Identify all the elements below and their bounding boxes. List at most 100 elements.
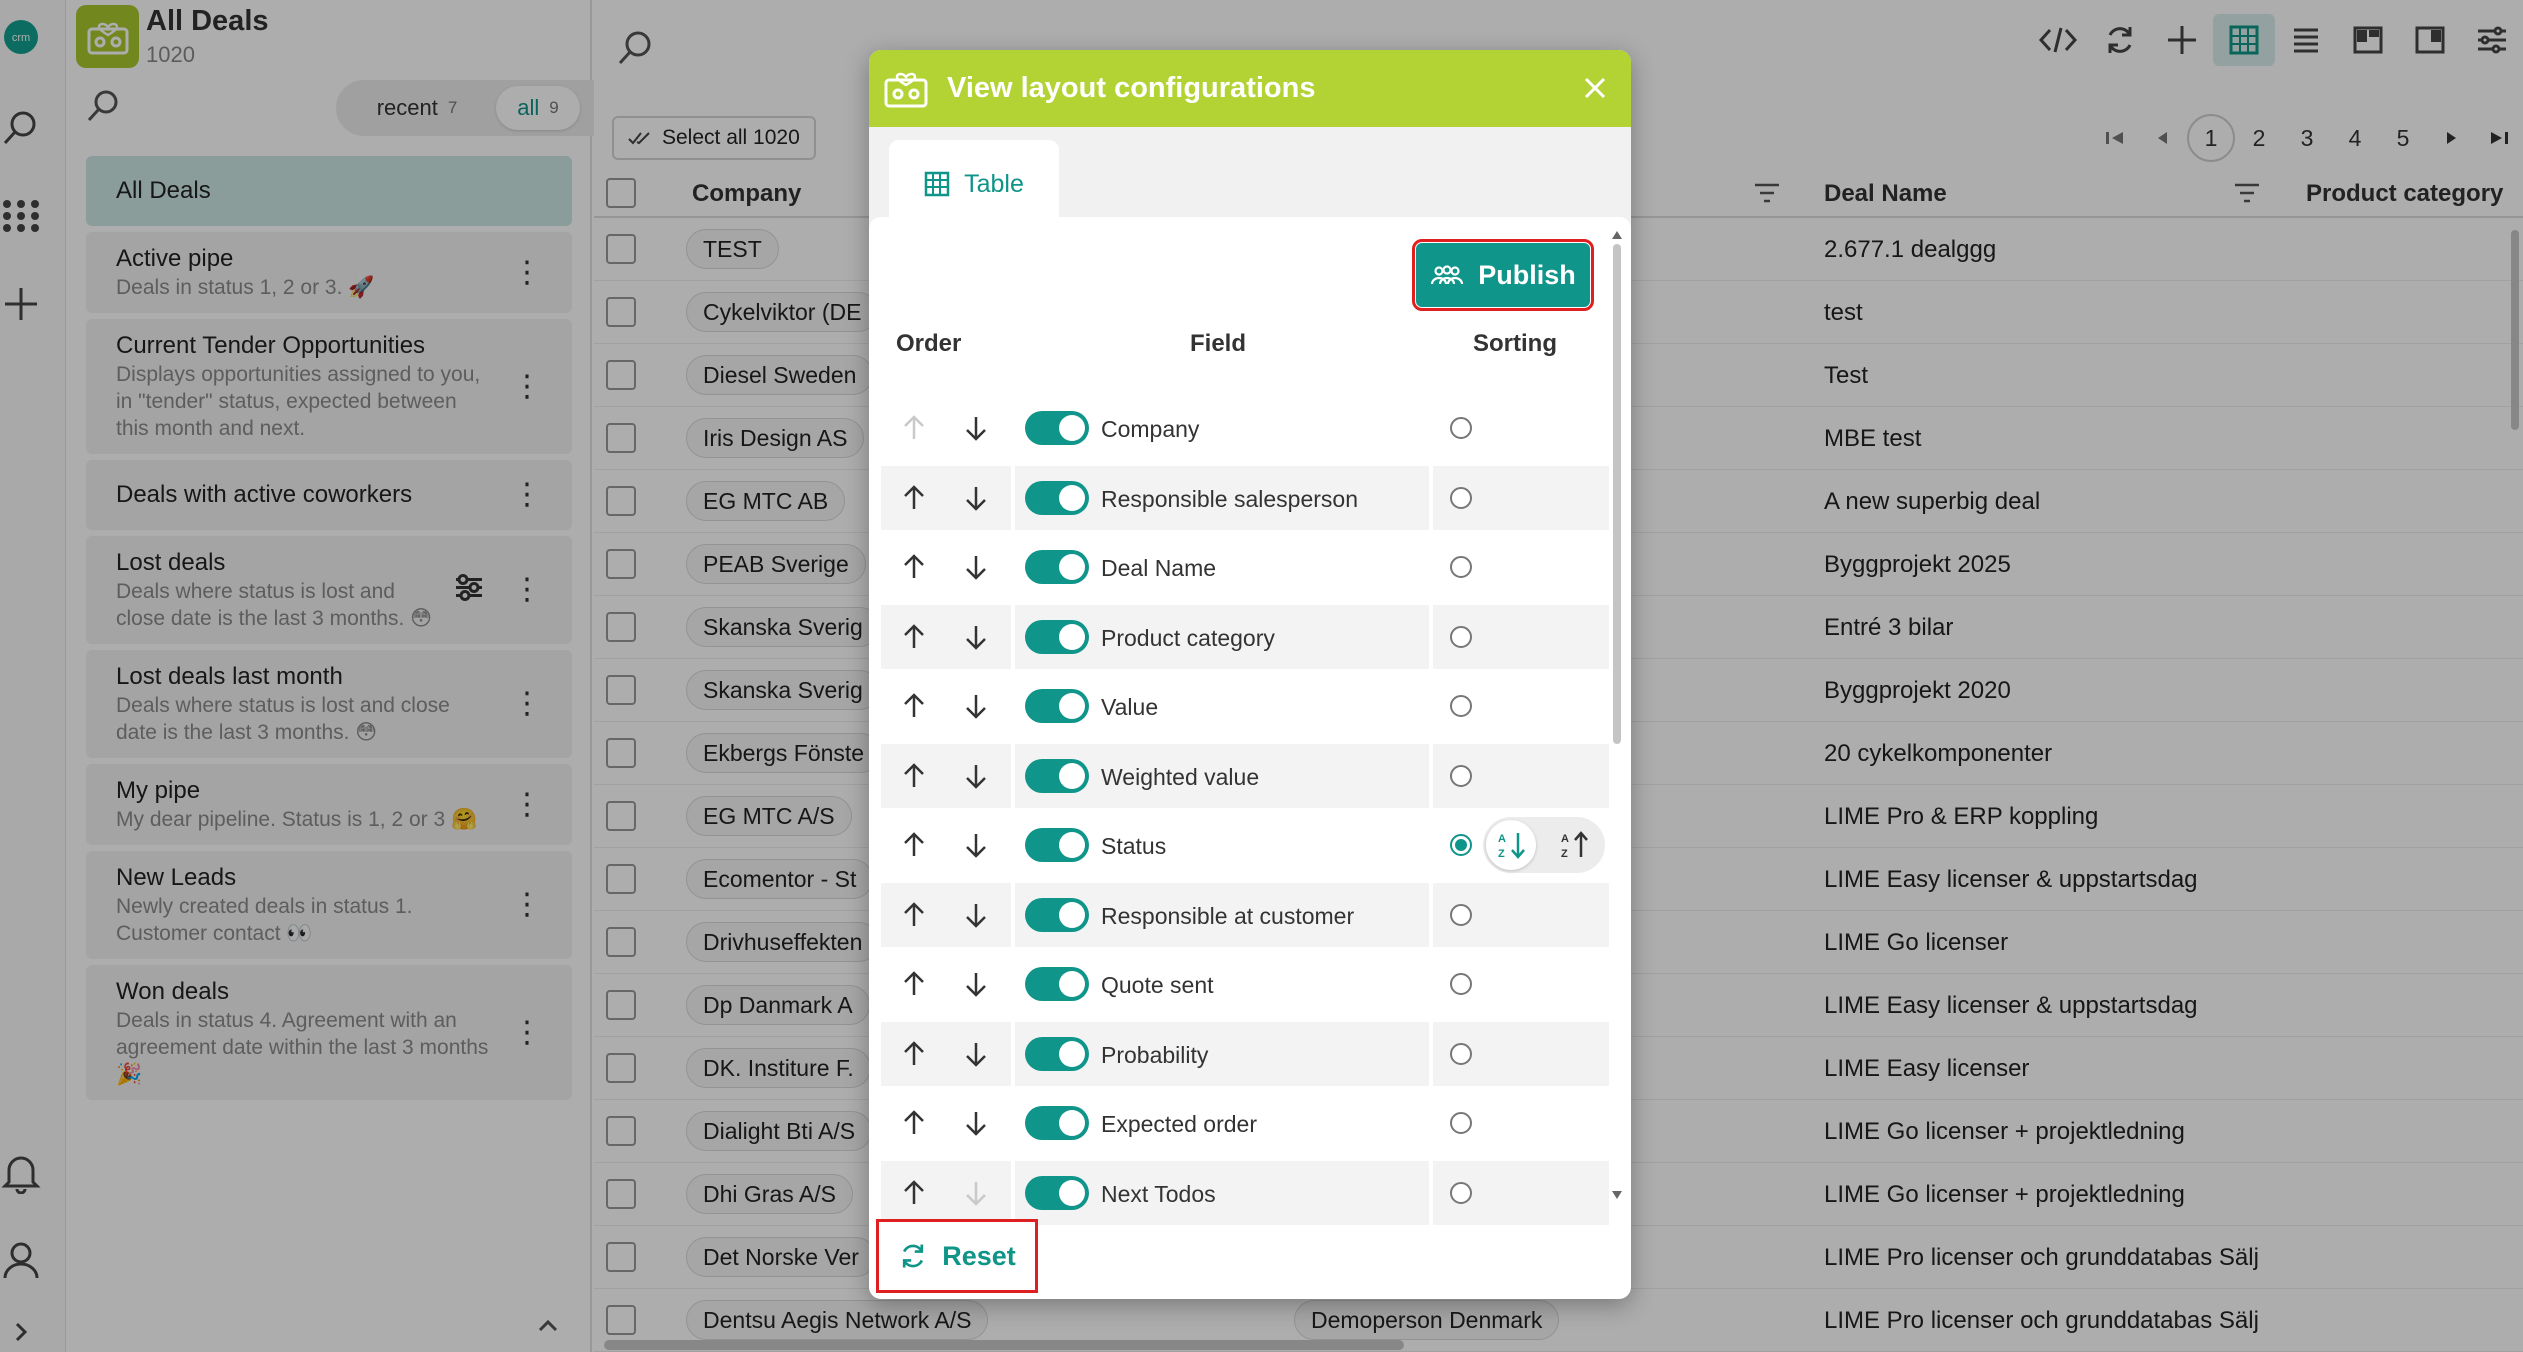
order-cell — [881, 743, 1011, 808]
move-down-icon[interactable] — [963, 1110, 989, 1141]
dialog-scrollbar[interactable] — [1609, 230, 1625, 1200]
field-row: Product category — [881, 604, 1609, 669]
sorting-column-header: Sorting — [1473, 330, 1557, 357]
move-up-icon[interactable] — [901, 1040, 927, 1072]
reset-button[interactable]: Reset — [876, 1219, 1038, 1293]
field-visibility-toggle[interactable] — [1025, 689, 1089, 723]
field-row: Responsible salesperson — [881, 465, 1609, 530]
move-down-icon[interactable] — [963, 902, 989, 933]
move-down-icon[interactable] — [963, 832, 989, 863]
sort-radio[interactable] — [1450, 973, 1472, 995]
table-icon — [924, 171, 950, 197]
field-row: Quote sent — [881, 952, 1609, 1016]
field-cell: Weighted value — [1015, 743, 1429, 808]
move-up-icon[interactable] — [901, 971, 927, 1002]
field-name: Weighted value — [1101, 763, 1260, 790]
field-visibility-toggle[interactable] — [1025, 1175, 1089, 1210]
move-down-icon[interactable] — [963, 415, 989, 446]
field-cell: Probability — [1015, 1021, 1429, 1086]
publish-button[interactable]: Publish — [1412, 239, 1594, 311]
sort-radio[interactable] — [1450, 1112, 1472, 1134]
move-down-icon[interactable] — [963, 971, 989, 1002]
field-row: Status A Z A Z — [881, 813, 1609, 877]
field-name: Responsible at customer — [1101, 902, 1355, 929]
field-name: Expected order — [1101, 1111, 1257, 1137]
sort-radio[interactable] — [1450, 1181, 1472, 1204]
sort-cell — [1433, 674, 1609, 738]
field-visibility-toggle[interactable] — [1025, 1036, 1089, 1071]
move-up-icon[interactable] — [901, 693, 927, 724]
field-row: Probability — [881, 1021, 1609, 1086]
move-up-icon[interactable] — [901, 1179, 927, 1211]
field-row: Company — [881, 396, 1609, 460]
sort-radio[interactable] — [1450, 695, 1472, 717]
move-down-icon[interactable] — [963, 554, 989, 585]
move-up-icon[interactable] — [901, 484, 927, 516]
scroll-up-icon[interactable] — [1611, 230, 1623, 240]
close-icon[interactable] — [1581, 74, 1609, 107]
order-cell — [881, 882, 1011, 947]
field-visibility-toggle[interactable] — [1025, 550, 1089, 584]
tab-table[interactable]: Table — [889, 140, 1059, 228]
field-row: Weighted value — [881, 743, 1609, 808]
move-up-icon[interactable] — [901, 762, 927, 794]
scroll-thumb[interactable] — [1613, 244, 1621, 744]
sort-ascending-icon[interactable]: AZ — [1486, 820, 1536, 870]
scroll-down-icon[interactable] — [1611, 1190, 1623, 1200]
svg-text:A: A — [1498, 833, 1506, 845]
group-users-icon — [1431, 265, 1464, 285]
field-visibility-toggle[interactable] — [1025, 480, 1089, 515]
sort-radio[interactable] — [1450, 1042, 1472, 1065]
field-row: Responsible at customer — [881, 882, 1609, 947]
move-up-icon[interactable] — [901, 901, 927, 933]
sort-descending-icon[interactable]: AZ — [1549, 820, 1599, 870]
sort-radio[interactable] — [1450, 556, 1472, 578]
move-down-icon[interactable] — [963, 693, 989, 724]
sort-cell — [1433, 882, 1609, 947]
svg-text:Z: Z — [1498, 848, 1505, 860]
move-up-icon[interactable] — [901, 554, 927, 585]
field-visibility-toggle[interactable] — [1025, 828, 1089, 862]
field-name: Status — [1101, 833, 1167, 859]
sort-cell — [1433, 1160, 1609, 1225]
field-visibility-toggle[interactable] — [1025, 411, 1089, 445]
move-down-icon[interactable] — [963, 624, 989, 655]
order-cell — [881, 396, 1011, 460]
sort-cell — [1433, 396, 1609, 460]
field-visibility-toggle[interactable] — [1025, 897, 1089, 932]
order-cell — [881, 1160, 1011, 1225]
order-cell — [881, 535, 1011, 599]
sort-radio[interactable] — [1450, 486, 1472, 509]
field-row: Deal Name — [881, 535, 1609, 599]
move-down-icon[interactable] — [963, 763, 989, 794]
move-down-icon[interactable] — [963, 1041, 989, 1072]
sort-radio[interactable] — [1450, 834, 1472, 856]
move-down-icon[interactable] — [963, 485, 989, 516]
sort-cell — [1433, 952, 1609, 1016]
sort-radio[interactable] — [1450, 764, 1472, 787]
sort-radio[interactable] — [1450, 903, 1472, 926]
dialog-title: View layout configurations — [947, 72, 1316, 104]
move-up-icon[interactable] — [901, 832, 927, 863]
field-visibility-toggle[interactable] — [1025, 758, 1089, 793]
field-cell: Quote sent — [1015, 952, 1429, 1016]
deals-logo-icon — [883, 66, 929, 115]
dialog-header: View layout configurations — [869, 50, 1631, 127]
field-visibility-toggle[interactable] — [1025, 967, 1089, 1001]
field-name: Product category — [1101, 624, 1275, 651]
svg-text:A: A — [1561, 833, 1569, 845]
order-column-header: Order — [896, 330, 962, 357]
field-visibility-toggle[interactable] — [1025, 619, 1089, 654]
field-cell: Product category — [1015, 604, 1429, 669]
order-cell — [881, 465, 1011, 530]
order-cell — [881, 604, 1011, 669]
field-cell: Status — [1015, 813, 1429, 877]
field-name: Company — [1101, 416, 1200, 442]
field-visibility-toggle[interactable] — [1025, 1106, 1089, 1140]
field-row: Expected order — [881, 1091, 1609, 1155]
sort-radio[interactable] — [1450, 417, 1472, 439]
publish-label: Publish — [1478, 259, 1576, 290]
move-up-icon[interactable] — [901, 623, 927, 655]
sort-radio[interactable] — [1450, 625, 1472, 648]
move-up-icon[interactable] — [901, 1110, 927, 1141]
